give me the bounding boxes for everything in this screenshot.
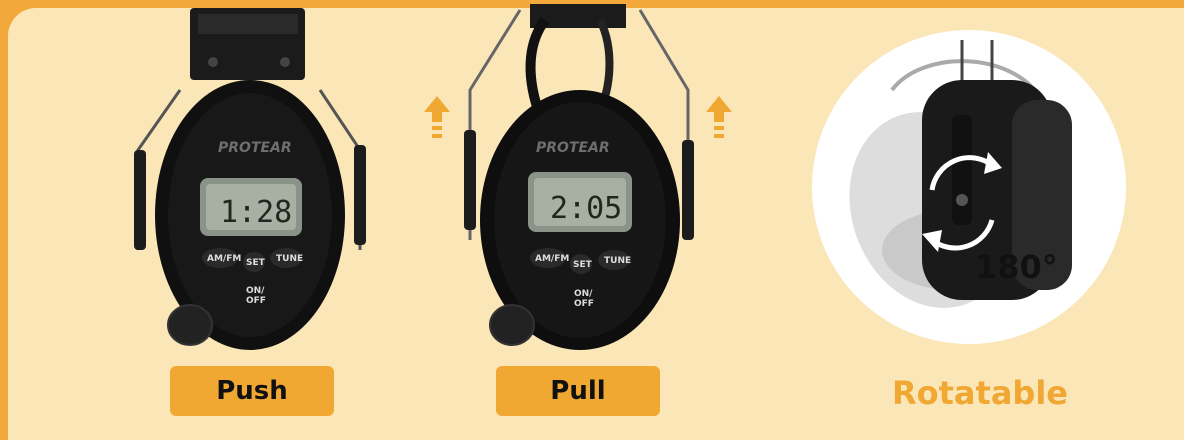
tune-button-left[interactable]: TUNE — [276, 254, 303, 264]
up-arrow-icon — [424, 96, 450, 138]
am-fm-button-left[interactable]: AM/FM — [207, 254, 241, 264]
power-label-right-1: ON/ — [574, 289, 593, 299]
brand-logo-left: PROTEAR — [218, 140, 292, 156]
power-label-left-2: OFF — [246, 296, 266, 306]
push-label: Push — [170, 366, 334, 416]
lcd-display-right: 2:05 — [550, 191, 622, 226]
power-label-left-1: ON/ — [246, 286, 265, 296]
rotatable-label: Rotatable — [892, 374, 1068, 412]
set-button-right[interactable]: SET — [573, 260, 593, 270]
earmuff-pull-image: PROTEAR 2:05 AM/FM SET TUNE ON/ OFF — [464, 4, 694, 350]
earmuff-rotated-image: 180° — [849, 40, 1072, 308]
pull-label: Pull — [496, 366, 660, 416]
brand-logo-right: PROTEAR — [536, 140, 610, 156]
earmuff-push-image: PROTEAR 1:28 AM/FM SET TUNE ON/ OFF — [134, 8, 366, 350]
rotation-degrees-label: 180° — [975, 248, 1058, 286]
am-fm-button-right[interactable]: AM/FM — [535, 254, 569, 264]
power-label-right-2: OFF — [574, 299, 594, 309]
lcd-display-left: 1:28 — [220, 195, 292, 230]
set-button-left[interactable]: SET — [246, 258, 266, 268]
tune-button-right[interactable]: TUNE — [604, 256, 631, 266]
